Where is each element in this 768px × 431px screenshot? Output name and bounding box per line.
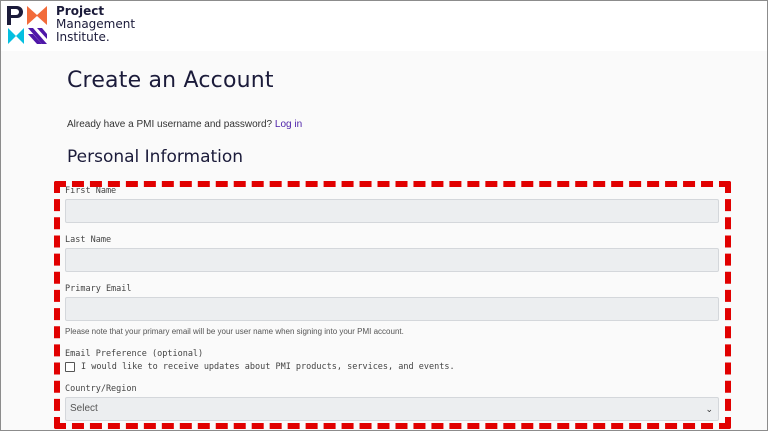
logo-line-3: Institute.: [56, 30, 110, 44]
logo-wordmark[interactable]: Project Management Institute.: [56, 5, 135, 44]
highlight-box: [54, 181, 731, 429]
page-frame: Project Management Institute. Create an …: [0, 0, 768, 431]
page-title: Create an Account: [67, 68, 274, 93]
login-link[interactable]: Log in: [275, 119, 302, 130]
header: Project Management Institute.: [6, 4, 135, 48]
login-prompt-text: Already have a PMI username and password…: [67, 119, 273, 130]
section-title: Personal Information: [67, 147, 244, 167]
main-content: Create an Account Already have a PMI use…: [1, 51, 767, 430]
login-prompt: Already have a PMI username and password…: [67, 119, 302, 130]
pmi-logo-icon[interactable]: [6, 4, 48, 46]
